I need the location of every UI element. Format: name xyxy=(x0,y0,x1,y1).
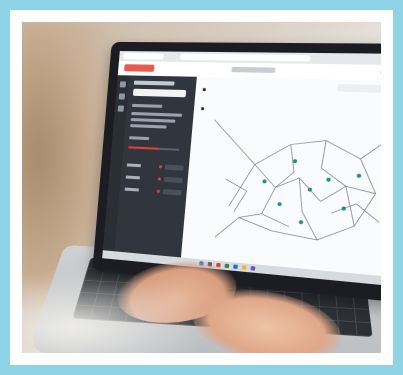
slider-fill xyxy=(128,146,158,150)
tools-icon[interactable] xyxy=(119,93,125,99)
map-point xyxy=(357,174,362,178)
panel-text xyxy=(129,136,149,140)
taskbar-app-icon[interactable] xyxy=(242,265,247,270)
taskbar-app-icon[interactable] xyxy=(233,264,238,269)
map-point xyxy=(299,220,304,224)
laptop-screen xyxy=(102,51,381,288)
panel-slider[interactable] xyxy=(128,146,179,151)
panel-row[interactable] xyxy=(127,162,184,170)
settings-icon[interactable] xyxy=(118,105,124,111)
taskbar-app-icon[interactable] xyxy=(251,266,256,271)
browser-tab[interactable] xyxy=(123,53,164,60)
laptop-photo xyxy=(22,22,381,353)
map-point xyxy=(341,206,346,210)
laptop-lid xyxy=(92,42,381,305)
taskbar-app-icon[interactable] xyxy=(225,264,230,269)
header-title xyxy=(231,67,275,73)
photo-frame xyxy=(10,10,393,365)
map-point xyxy=(277,202,281,206)
map-marker xyxy=(203,88,207,91)
panel-text xyxy=(130,124,167,129)
blurred-foreground xyxy=(22,273,212,353)
panel-row[interactable] xyxy=(126,174,183,183)
panel-text xyxy=(131,112,182,117)
avatar[interactable] xyxy=(380,68,381,76)
map-point xyxy=(326,178,331,182)
panel-text xyxy=(132,104,162,108)
panel-text xyxy=(131,118,176,123)
map-point xyxy=(262,179,266,183)
map-drawing xyxy=(180,77,381,288)
address-bar[interactable] xyxy=(180,54,311,62)
brand-logo xyxy=(124,64,155,72)
map-marker xyxy=(201,107,204,110)
panel-heading xyxy=(134,81,175,86)
panel-select[interactable] xyxy=(133,89,186,98)
map-point xyxy=(293,159,298,163)
map-area[interactable] xyxy=(180,77,381,288)
layers-icon[interactable] xyxy=(120,81,126,87)
panel-row[interactable] xyxy=(125,187,182,196)
